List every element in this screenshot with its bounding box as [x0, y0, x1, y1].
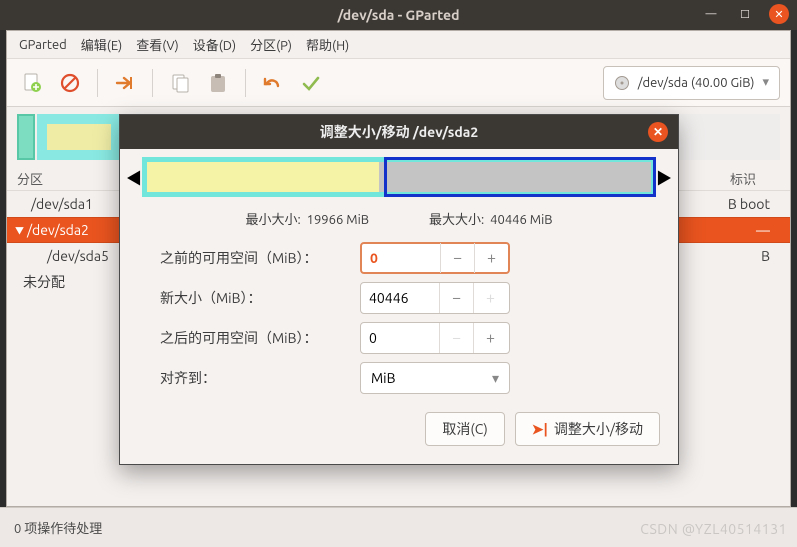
- partition-name: 未分配: [23, 272, 65, 292]
- watermark: CSDN @YZL40514131: [640, 521, 787, 537]
- col-flags: 标识: [730, 169, 780, 188]
- resize-icon: ➤|: [532, 421, 548, 438]
- resize-form: 之前的可用空间（MiB）： − + 新大小（MiB）： − + 之后的可用空间（…: [120, 238, 678, 412]
- max-size-value: 40446 MiB: [490, 213, 552, 227]
- partition-name: /dev/sda5: [47, 248, 109, 264]
- toolbar: /dev/sda (40.00 GiB) ▾: [7, 59, 790, 107]
- pending-operations: 0 项操作待处理: [14, 518, 102, 537]
- spin-up[interactable]: +: [474, 243, 508, 273]
- paste-icon: [207, 72, 229, 94]
- chevron-down-icon: ▾: [492, 370, 499, 387]
- partition-flags: —: [756, 222, 770, 238]
- titlebar: /dev/sda - GParted — ☐ ✕: [0, 0, 797, 30]
- free-after-label: 之后的可用空间（MiB）：: [160, 328, 360, 348]
- free-before-field[interactable]: [362, 250, 440, 266]
- menu-view[interactable]: 查看(V): [136, 35, 178, 54]
- dialog-title: 调整大小/移动 /dev/sda2: [320, 122, 479, 142]
- spin-up[interactable]: +: [473, 283, 507, 313]
- window-title: /dev/sda - GParted: [338, 7, 460, 23]
- device-selector-label: /dev/sda (40.00 GiB): [638, 76, 755, 90]
- partition-name: /dev/sda1: [31, 196, 93, 212]
- document-plus-icon: [21, 72, 43, 94]
- menu-gparted[interactable]: GParted: [19, 38, 67, 52]
- disk-graphic-sda1[interactable]: [17, 114, 35, 160]
- resize-used-region: [147, 162, 379, 192]
- menu-edit[interactable]: 编辑(E): [81, 35, 122, 54]
- new-size-input[interactable]: − +: [360, 282, 510, 314]
- disk-icon: [614, 75, 630, 91]
- free-after-field[interactable]: [361, 330, 439, 346]
- resize-apply-button[interactable]: ➤| 调整大小/移动: [515, 412, 660, 446]
- paste-button[interactable]: [203, 68, 233, 98]
- undo-button[interactable]: [258, 68, 288, 98]
- separator: [152, 69, 153, 97]
- arrow-left-icon[interactable]: ◀: [126, 165, 142, 189]
- undo-icon: [262, 72, 284, 94]
- resize-button[interactable]: [110, 68, 140, 98]
- separator: [97, 69, 98, 97]
- check-icon: [300, 72, 322, 94]
- copy-icon: [169, 72, 191, 94]
- min-size-value: 19966 MiB: [307, 213, 369, 227]
- menu-partition[interactable]: 分区(P): [250, 35, 292, 54]
- free-before-label: 之前的可用空间（MiB）：: [160, 248, 360, 268]
- forbidden-icon: [59, 72, 81, 94]
- align-value: MiB: [371, 370, 395, 386]
- expand-icon[interactable]: ▼: [15, 224, 27, 237]
- resize-track[interactable]: [142, 157, 656, 197]
- min-size-label: 最小大小:: [245, 213, 300, 227]
- free-after-input[interactable]: − +: [360, 322, 510, 354]
- new-partition-button[interactable]: [17, 68, 47, 98]
- device-selector[interactable]: /dev/sda (40.00 GiB) ▾: [603, 66, 780, 100]
- partition-name: /dev/sda2: [27, 222, 89, 238]
- menubar: GParted 编辑(E) 查看(V) 设备(D) 分区(P) 帮助(H): [7, 31, 790, 59]
- col-partition: 分区: [17, 169, 97, 188]
- free-before-input[interactable]: − +: [360, 242, 510, 274]
- align-label: 对齐到：: [160, 368, 360, 388]
- spin-down[interactable]: −: [439, 283, 473, 313]
- arrow-right-icon[interactable]: ▶: [656, 165, 672, 189]
- arrow-right-icon: [114, 72, 136, 94]
- new-size-label: 新大小（MiB）：: [160, 288, 360, 308]
- resize-handle[interactable]: [384, 157, 656, 197]
- new-size-field[interactable]: [361, 290, 439, 306]
- disk-graphic-sda2[interactable]: [37, 114, 121, 160]
- partition-flags: B boot: [728, 196, 770, 212]
- menu-help[interactable]: 帮助(H): [306, 35, 349, 54]
- dialog-titlebar: 调整大小/移动 /dev/sda2 ✕: [120, 115, 678, 149]
- maximize-button[interactable]: ☐: [735, 4, 755, 24]
- minimize-button[interactable]: —: [701, 4, 721, 24]
- spin-down[interactable]: −: [440, 243, 474, 273]
- resize-label: 调整大小/移动: [554, 419, 643, 439]
- partition-flags: B: [761, 248, 770, 264]
- resize-dialog: 调整大小/移动 /dev/sda2 ✕ ◀ ▶ 最小大小: 19966 MiB …: [119, 114, 679, 465]
- spin-down[interactable]: −: [439, 323, 473, 353]
- copy-button[interactable]: [165, 68, 195, 98]
- resize-graphic: ◀ ▶: [120, 149, 678, 205]
- cancel-label: 取消(C): [442, 419, 487, 439]
- close-button[interactable]: ✕: [769, 4, 789, 24]
- max-size-label: 最大大小:: [429, 213, 484, 227]
- spin-up[interactable]: +: [473, 323, 507, 353]
- apply-button[interactable]: [296, 68, 326, 98]
- delete-button[interactable]: [55, 68, 85, 98]
- menu-device[interactable]: 设备(D): [193, 35, 236, 54]
- align-select[interactable]: MiB ▾: [360, 362, 510, 394]
- size-limits: 最小大小: 19966 MiB 最大大小: 40446 MiB: [120, 205, 678, 238]
- chevron-down-icon: ▾: [762, 75, 769, 90]
- dialog-buttons: 取消(C) ➤| 调整大小/移动: [120, 412, 678, 464]
- separator: [245, 69, 246, 97]
- dialog-close-button[interactable]: ✕: [648, 122, 668, 142]
- cancel-button[interactable]: 取消(C): [425, 412, 504, 446]
